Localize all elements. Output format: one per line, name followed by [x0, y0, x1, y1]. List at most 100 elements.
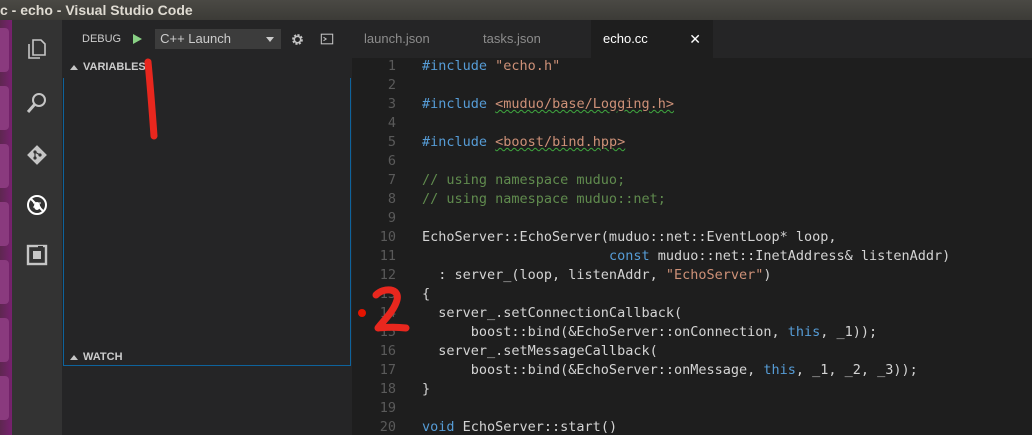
variables-section-header[interactable]: VARIABLES: [62, 56, 352, 78]
debug-sidebar: DEBUG C++ Launch VARIABLES WATCH: [62, 20, 352, 435]
code-line[interactable]: 16 server_.setMessageCallback(: [352, 342, 1032, 361]
code-text: }: [422, 381, 431, 397]
debug-console-button[interactable]: [319, 31, 335, 47]
chevron-down-icon: [266, 37, 275, 42]
editor-tabs: launch.json tasks.json echo.cc ✕: [352, 20, 1032, 58]
code-line[interactable]: 13{: [352, 285, 1032, 304]
editor-scrollbar[interactable]: [1018, 58, 1032, 435]
debug-label: DEBUG: [82, 33, 122, 45]
start-debugging-button[interactable]: [131, 33, 143, 45]
line-number: 4: [387, 115, 396, 131]
code-line[interactable]: 1 #include "echo.h": [352, 57, 1032, 76]
code-text: #include <muduo/base/Logging.h>: [422, 96, 674, 112]
code-line[interactable]: 7 // using namespace muduo;: [352, 171, 1032, 190]
tab-label: launch.json: [364, 31, 430, 46]
tab-launch-json[interactable]: launch.json: [352, 20, 470, 58]
line-number: 3: [387, 96, 396, 112]
code-text: // using namespace muduo;: [422, 172, 626, 188]
launch-configuration-select[interactable]: C++ Launch: [155, 29, 282, 49]
code-line[interactable]: 17 boost::bind(&EchoServer::onMessage, t…: [352, 361, 1032, 380]
window-title: c - echo - Visual Studio Code: [0, 2, 193, 18]
activity-bar: [12, 20, 62, 435]
play-icon: [133, 34, 143, 44]
code-line[interactable]: 5 #include <boost/bind.hpp>: [352, 133, 1032, 152]
launcher-tile[interactable]: [0, 376, 9, 420]
debug-icon[interactable]: [25, 193, 49, 217]
variables-panel: [63, 78, 351, 366]
code-line[interactable]: 20 void EchoServer::start(): [352, 418, 1032, 435]
code-text: const muduo::net::InetAddress& listenAdd…: [608, 248, 951, 264]
code-text: void EchoServer::start(): [422, 419, 618, 435]
code-line[interactable]: 2: [352, 76, 1032, 95]
gear-icon: [291, 33, 303, 45]
code-text: : server_(loop, listenAddr, "EchoServer"…: [422, 267, 772, 283]
watch-title: WATCH: [83, 351, 123, 363]
editor-area: launch.json tasks.json echo.cc ✕ 1 #inclu…: [352, 20, 1032, 435]
debug-toolbar: DEBUG C++ Launch: [62, 20, 352, 58]
annotation-mark-1: [144, 58, 158, 140]
window-titlebar: c - echo - Visual Studio Code: [0, 0, 1032, 20]
git-icon[interactable]: [25, 143, 49, 167]
line-number: 7: [387, 172, 396, 188]
line-number: 19: [379, 400, 396, 416]
annotation-mark-2: [372, 286, 410, 332]
search-icon[interactable]: [25, 91, 49, 115]
code-line[interactable]: 4: [352, 114, 1032, 133]
line-number: 6: [387, 153, 396, 169]
collapse-icon: [70, 64, 78, 70]
launcher-tile[interactable]: [0, 202, 9, 246]
line-number: 17: [379, 362, 396, 378]
code-text: boost::bind(&EchoServer::onMessage, this…: [422, 362, 918, 378]
code-line[interactable]: 10 EchoServer::EchoServer(muduo::net::Eve…: [352, 228, 1032, 247]
line-number: 11: [379, 248, 396, 264]
code-line[interactable]: 3 #include <muduo/base/Logging.h>: [352, 95, 1032, 114]
code-line[interactable]: 12 : server_(loop, listenAddr, "EchoServ…: [352, 266, 1032, 285]
line-number: 1: [387, 58, 396, 74]
collapse-icon: [70, 354, 78, 360]
code-editor[interactable]: 1 #include "echo.h" 2 3 #include <muduo/base…: [352, 58, 1032, 435]
launcher-tile[interactable]: [0, 86, 9, 130]
code-line[interactable]: 6: [352, 152, 1032, 171]
tab-label: tasks.json: [483, 31, 541, 46]
watch-section-header[interactable]: WATCH: [62, 346, 352, 368]
code-text: #include <boost/bind.hpp>: [422, 134, 626, 150]
desktop-launcher-strip: [0, 20, 12, 435]
line-number: 2: [387, 77, 396, 93]
code-text: // using namespace muduo::net;: [422, 191, 666, 207]
line-number: 12: [379, 267, 396, 283]
code-line[interactable]: 14 server_.setConnectionCallback(: [352, 304, 1032, 323]
launcher-tile[interactable]: [0, 318, 9, 362]
code-line[interactable]: 19: [352, 399, 1032, 418]
code-text: {: [422, 286, 431, 302]
code-line[interactable]: 11 const muduo::net::InetAddress& listen…: [352, 247, 1032, 266]
code-text: server_.setMessageCallback(: [422, 343, 658, 359]
extensions-icon[interactable]: [25, 243, 49, 267]
launch-configuration-value: C++ Launch: [160, 31, 231, 46]
line-number: 16: [379, 343, 396, 359]
open-launch-json-button[interactable]: [289, 31, 305, 47]
code-line[interactable]: 9: [352, 209, 1032, 228]
launcher-tile[interactable]: [0, 144, 9, 188]
tab-echo-cc[interactable]: echo.cc ✕: [591, 20, 713, 58]
line-number: 20: [379, 419, 396, 435]
code-text: EchoServer::EchoServer(muduo::net::Event…: [422, 229, 837, 245]
code-line[interactable]: 8 // using namespace muduo::net;: [352, 190, 1032, 209]
code-line[interactable]: 18}: [352, 380, 1032, 399]
tab-label: echo.cc: [603, 31, 648, 46]
code-text: server_.setConnectionCallback(: [422, 305, 683, 321]
launcher-tile[interactable]: [0, 28, 9, 72]
tab-tasks-json[interactable]: tasks.json: [471, 20, 590, 58]
line-number: 5: [387, 134, 396, 150]
code-text: boost::bind(&EchoServer::onConnection, t…: [422, 324, 878, 340]
code-line[interactable]: 15 boost::bind(&EchoServer::onConnection…: [352, 323, 1032, 342]
line-number: 8: [387, 191, 396, 207]
line-number: 18: [379, 381, 396, 397]
close-icon[interactable]: ✕: [689, 20, 701, 58]
line-number: 9: [387, 210, 396, 226]
explorer-icon[interactable]: [25, 37, 49, 61]
line-number: 10: [379, 229, 396, 245]
code-text: #include "echo.h": [422, 58, 561, 74]
console-icon: [320, 33, 334, 45]
launcher-tile[interactable]: [0, 260, 9, 304]
variables-title: VARIABLES: [83, 61, 146, 73]
